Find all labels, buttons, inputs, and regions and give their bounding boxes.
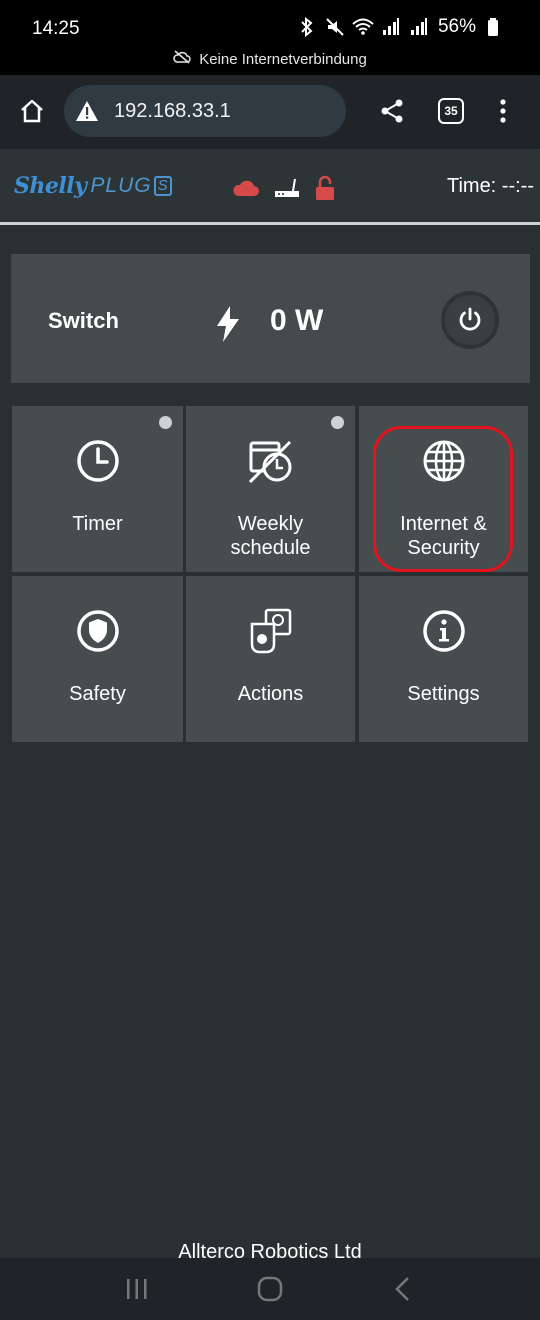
home-circle-icon xyxy=(257,1276,283,1302)
system-navigation-bar xyxy=(0,1258,540,1320)
power-icon xyxy=(459,307,481,331)
switch-label: Switch xyxy=(48,308,119,333)
back-icon xyxy=(395,1277,410,1301)
recents-button[interactable] xyxy=(117,1269,157,1309)
app-header: Shelly PLUG S Time: --:-- xyxy=(0,149,540,225)
wifi-icon xyxy=(352,16,374,38)
unlocked-icon[interactable] xyxy=(314,175,336,206)
home-icon xyxy=(21,99,43,123)
share-icon xyxy=(381,99,403,123)
clock-icon xyxy=(75,438,121,484)
more-vert-icon xyxy=(500,99,506,123)
share-button[interactable] xyxy=(378,97,406,125)
recents-icon xyxy=(126,1279,147,1299)
tile-weekly-schedule[interactable]: Weekly schedule xyxy=(186,406,355,572)
back-button[interactable] xyxy=(383,1269,423,1309)
warning-icon[interactable] xyxy=(74,98,100,124)
status-icons: 56% xyxy=(296,16,504,38)
status-bar: 14:25 56% Keine Internetverbindung xyxy=(0,0,540,75)
power-bolt-icon xyxy=(215,306,241,342)
connection-status-icons xyxy=(232,175,336,206)
signal-icon xyxy=(380,16,402,38)
shelly-plug-logo: Shelly PLUG S xyxy=(14,173,172,199)
device-time: Time: --:-- xyxy=(446,175,534,197)
tile-label-line2: schedule xyxy=(230,537,311,559)
tile-settings[interactable]: Settings xyxy=(359,576,528,742)
shield-icon xyxy=(75,608,121,654)
offline-notice: Keine Internetverbindung xyxy=(0,50,540,68)
tile-label: Safety xyxy=(69,683,126,705)
tile-timer[interactable]: Timer xyxy=(12,406,183,572)
status-time: 14:25 xyxy=(32,18,80,39)
power-reading: 0 W xyxy=(270,304,324,337)
highlight-annotation xyxy=(373,426,513,572)
tile-actions[interactable]: Actions xyxy=(186,576,355,742)
router-icon[interactable] xyxy=(274,177,300,204)
home-nav-button[interactable] xyxy=(250,1269,290,1309)
offline-text: Keine Internetverbindung xyxy=(199,50,367,68)
logo-suffix: S xyxy=(153,176,172,196)
cloud-off-icon xyxy=(173,50,191,68)
info-icon xyxy=(421,608,467,654)
battery-level: 56% xyxy=(437,16,476,37)
more-menu-button[interactable] xyxy=(492,95,514,127)
actions-icon xyxy=(248,608,294,654)
browser-toolbar: 192.168.33.1 35 xyxy=(0,75,540,149)
schedule-icon xyxy=(248,438,294,484)
signal-icon xyxy=(408,16,430,38)
tile-label-line1: Weekly xyxy=(237,513,304,535)
tile-label: Timer xyxy=(72,513,123,535)
tile-label: Actions xyxy=(237,683,304,705)
logo-product: PLUG xyxy=(90,174,152,197)
switch-card: Switch 0 W xyxy=(11,254,530,383)
mute-icon xyxy=(324,16,346,38)
web-page: Shelly PLUG S Time: --:-- Switch 0 W Tim… xyxy=(0,149,540,1263)
address-bar[interactable]: 192.168.33.1 xyxy=(64,85,346,137)
status-dot xyxy=(331,416,344,429)
status-dot xyxy=(159,416,172,429)
url-text[interactable]: 192.168.33.1 xyxy=(114,100,231,123)
bluetooth-icon xyxy=(296,16,318,38)
home-button[interactable] xyxy=(16,95,48,127)
power-toggle-button[interactable] xyxy=(441,291,499,349)
tile-internet-security[interactable]: Internet & Security xyxy=(359,406,528,572)
tile-safety[interactable]: Safety xyxy=(12,576,183,742)
battery-icon xyxy=(482,16,504,38)
logo-brand: Shelly xyxy=(14,173,87,199)
cloud-icon[interactable] xyxy=(232,179,260,202)
tile-label: Settings xyxy=(407,683,480,705)
tabs-button[interactable]: 35 xyxy=(438,98,464,124)
